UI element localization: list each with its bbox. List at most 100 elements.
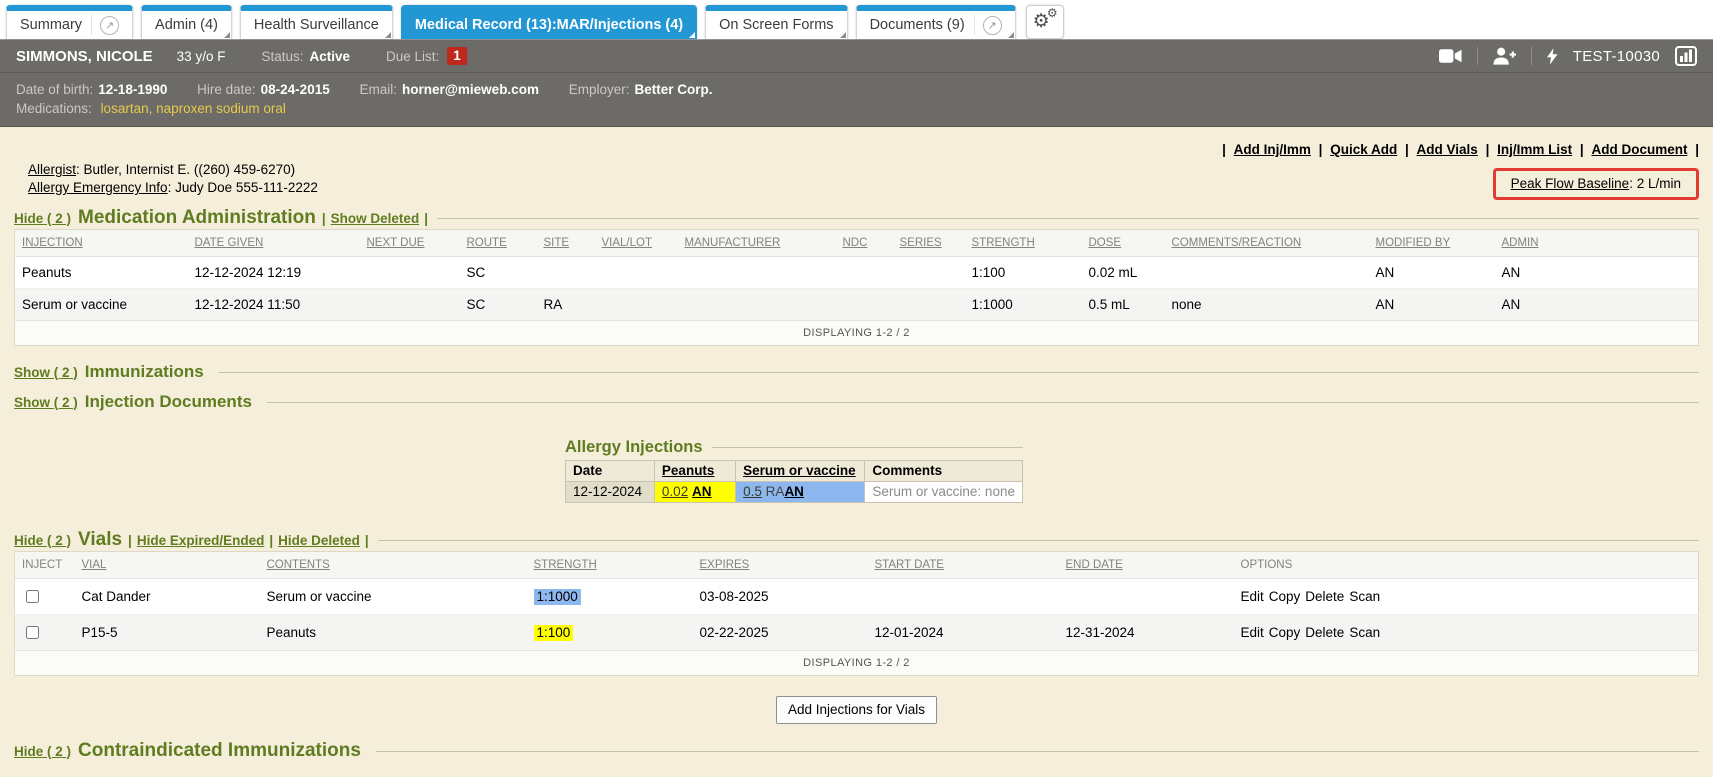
column-header-strength[interactable]: STRENGTH	[527, 552, 693, 579]
column-header-dose[interactable]: DOSE	[1082, 230, 1165, 257]
table-row: 12-12-2024 0.02 AN 0.5 RAAN Serum or vac…	[566, 482, 1023, 503]
cell-inject	[15, 579, 75, 615]
tab-medical-record[interactable]: Medical Record (13):MAR/Injections (4)	[401, 5, 697, 39]
admin-initials-link[interactable]: AN	[692, 484, 712, 499]
cell-date-given: 12-12-2024 12:19	[188, 257, 360, 289]
patient-name: SIMMONS, NICOLE	[16, 48, 153, 65]
tab-medical-record-label: Medical Record (13):MAR/Injections (4)	[415, 17, 683, 33]
cell-strength: 1:100	[965, 257, 1082, 289]
email-label: Email:	[359, 82, 397, 97]
cell-next-due	[360, 257, 460, 289]
column-header-series[interactable]: SERIES	[893, 230, 965, 257]
column-header-peanuts[interactable]: Peanuts	[654, 461, 735, 482]
column-header-modified-by[interactable]: MODIFIED BY	[1369, 230, 1495, 257]
column-header-date-given[interactable]: DATE GIVEN	[188, 230, 360, 257]
column-header-contents[interactable]: CONTENTS	[260, 552, 527, 579]
bar-chart-icon[interactable]	[1675, 46, 1697, 66]
scan-link[interactable]: Scan	[1349, 589, 1380, 604]
video-camera-icon[interactable]	[1439, 49, 1462, 63]
admin-initials-link[interactable]: AN	[784, 484, 804, 499]
column-header-comments[interactable]: COMMENTS/REACTION	[1165, 230, 1369, 257]
scan-link[interactable]: Scan	[1349, 625, 1380, 640]
external-link-icon[interactable]: ↗	[983, 16, 1002, 35]
add-vials-link[interactable]: Add Vials	[1417, 142, 1478, 157]
vial-checkbox[interactable]	[26, 626, 39, 639]
column-header-end-date[interactable]: END DATE	[1059, 552, 1234, 579]
add-injections-for-vials-button[interactable]: Add Injections for Vials	[776, 696, 937, 724]
hide-deleted-link[interactable]: Hide Deleted	[278, 533, 360, 548]
medications-line: Medications: losartan, naproxen sodium o…	[16, 99, 1697, 118]
vials-table: INJECT VIAL CONTENTS STRENGTH EXPIRES ST…	[14, 551, 1699, 676]
add-person-icon[interactable]	[1493, 47, 1516, 65]
cell-manufacturer	[678, 257, 836, 289]
section-title: Allergy Injections	[565, 438, 703, 457]
add-document-link[interactable]: Add Document	[1591, 142, 1687, 157]
column-header-start-date[interactable]: START DATE	[868, 552, 1059, 579]
section-title: Vials	[78, 529, 122, 551]
peak-flow-baseline-link[interactable]: Peak Flow Baseline	[1511, 176, 1630, 191]
hire-date-label: Hire date:	[197, 82, 256, 97]
hide-toggle-link[interactable]: Hide ( 2 )	[14, 211, 71, 226]
vial-checkbox[interactable]	[26, 590, 39, 603]
column-header-serum[interactable]: Serum or vaccine	[736, 461, 865, 482]
tab-bar: Summary ↗ Admin (4) Health Surveillance …	[0, 0, 1713, 40]
due-list-badge[interactable]: 1	[447, 47, 467, 65]
column-header-ndc[interactable]: NDC	[836, 230, 893, 257]
column-header-injection[interactable]: INJECTION	[15, 230, 188, 257]
due-list-label: Due List:	[386, 49, 439, 64]
gears-icon: ⚙ ⚙	[1034, 11, 1056, 33]
tab-summary-label: Summary	[20, 17, 82, 33]
tab-documents[interactable]: Documents (9) ↗	[856, 5, 1016, 39]
column-header-admin[interactable]: ADMIN	[1495, 230, 1699, 257]
column-header-manufacturer[interactable]: MANUFACTURER	[678, 230, 836, 257]
displaying-row: DISPLAYING 1-2 / 2	[15, 651, 1699, 676]
cell-injection: Peanuts	[15, 257, 188, 289]
column-header-vial-lot[interactable]: VIAL/LOT	[595, 230, 678, 257]
tab-admin[interactable]: Admin (4)	[141, 5, 232, 39]
edit-link[interactable]: Edit	[1241, 625, 1264, 640]
dose-link[interactable]: 0.02	[662, 484, 688, 499]
cell-expires: 02-22-2025	[693, 615, 868, 651]
allergist-link[interactable]: Allergist	[28, 162, 76, 177]
inj-imm-list-link[interactable]: Inj/Imm List	[1497, 142, 1572, 157]
delete-link[interactable]: Delete	[1305, 625, 1344, 640]
displaying-text: DISPLAYING 1-2 / 2	[15, 321, 1699, 346]
cell-vial: P15-5	[75, 615, 260, 651]
column-header-vial[interactable]: VIAL	[75, 552, 260, 579]
cell-serum-injection: 0.5 RAAN	[736, 482, 865, 503]
cell-vial-lot	[595, 289, 678, 321]
peak-flow-baseline-box: Peak Flow Baseline: 2 L/min	[1493, 168, 1699, 200]
hide-expired-link[interactable]: Hide Expired/Ended	[137, 533, 265, 548]
copy-link[interactable]: Copy	[1269, 589, 1301, 604]
lightning-bolt-icon[interactable]	[1547, 48, 1558, 65]
column-header-route[interactable]: ROUTE	[460, 230, 537, 257]
hide-toggle-link[interactable]: Hide ( 2 )	[14, 744, 71, 759]
allergy-emergency-link[interactable]: Allergy Emergency Info	[28, 180, 168, 195]
column-header-strength[interactable]: STRENGTH	[965, 230, 1082, 257]
quick-add-link[interactable]: Quick Add	[1330, 142, 1397, 157]
tab-health-surveillance[interactable]: Health Surveillance	[240, 5, 393, 39]
dose-link[interactable]: 0.5	[743, 484, 762, 499]
show-toggle-link[interactable]: Show ( 2 )	[14, 395, 78, 410]
column-header-expires[interactable]: EXPIRES	[693, 552, 868, 579]
column-header-site[interactable]: SITE	[537, 230, 595, 257]
cell-admin: AN	[1495, 289, 1699, 321]
delete-link[interactable]: Delete	[1305, 589, 1344, 604]
external-link-icon[interactable]: ↗	[100, 16, 119, 35]
medication-link[interactable]: losartan	[101, 101, 149, 116]
show-deleted-link[interactable]: Show Deleted	[331, 211, 420, 226]
settings-tab[interactable]: ⚙ ⚙	[1026, 5, 1064, 39]
hide-toggle-link[interactable]: Hide ( 2 )	[14, 533, 71, 548]
tab-summary[interactable]: Summary ↗	[6, 5, 133, 39]
cell-injection: Serum or vaccine	[15, 289, 188, 321]
edit-link[interactable]: Edit	[1241, 589, 1264, 604]
copy-link[interactable]: Copy	[1269, 625, 1301, 640]
cell-start-date	[868, 579, 1059, 615]
column-header-next-due[interactable]: NEXT DUE	[360, 230, 460, 257]
add-inj-imm-link[interactable]: Add Inj/Imm	[1234, 142, 1311, 157]
tab-on-screen-forms[interactable]: On Screen Forms	[705, 5, 847, 39]
medication-link[interactable]: naproxen sodium oral	[156, 101, 286, 116]
column-header-date: Date	[566, 461, 655, 482]
cell-peanuts-injection: 0.02 AN	[654, 482, 735, 503]
show-toggle-link[interactable]: Show ( 2 )	[14, 365, 78, 380]
